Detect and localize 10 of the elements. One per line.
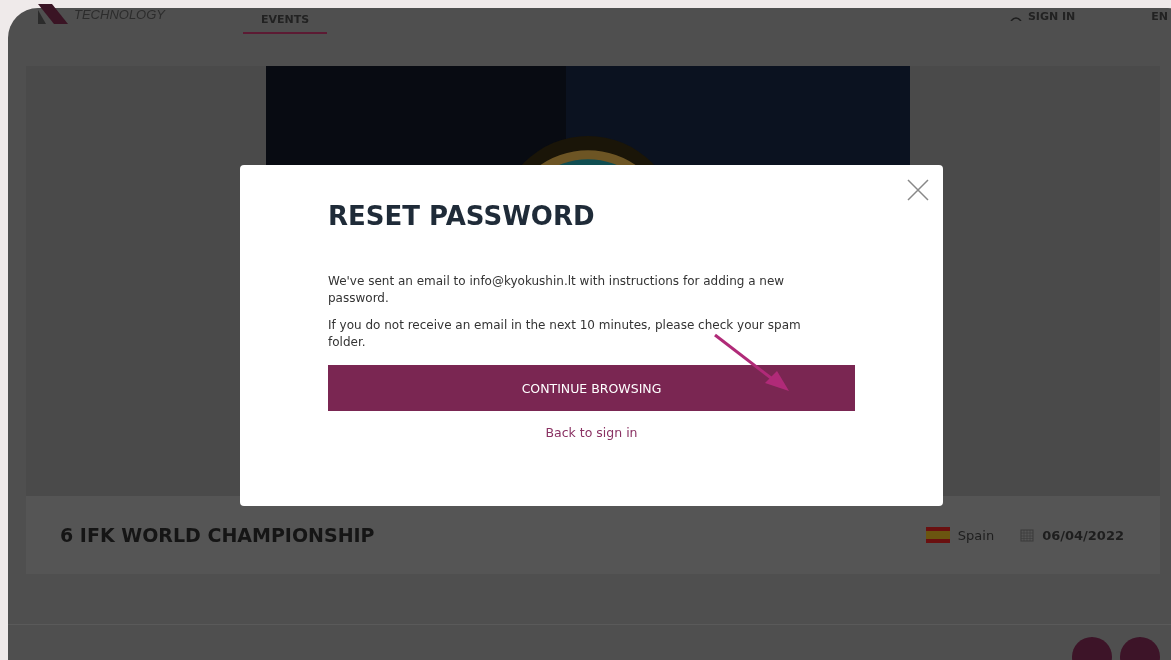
- close-button[interactable]: [907, 179, 929, 201]
- dialog-title: RESET PASSWORD: [328, 201, 596, 231]
- dialog-message: We've sent an email to info@kyokushin.lt with instructions for adding a new password.: [328, 273, 786, 307]
- spain-flag-icon: [925, 527, 950, 543]
- continue-browsing-button[interactable]: CONTINUE BROWSING: [328, 365, 855, 411]
- event-date: 06/04/2022: [1042, 527, 1124, 543]
- logo-icon: [38, 4, 68, 24]
- event-title: 6 IFK WORLD CHAMPIONSHIP: [60, 524, 375, 546]
- back-to-sign-in-link[interactable]: Back to sign in: [545, 425, 638, 440]
- dialog-message: If you do not receive an email in the next 10 minutes, please check your spam folder.: [328, 317, 802, 351]
